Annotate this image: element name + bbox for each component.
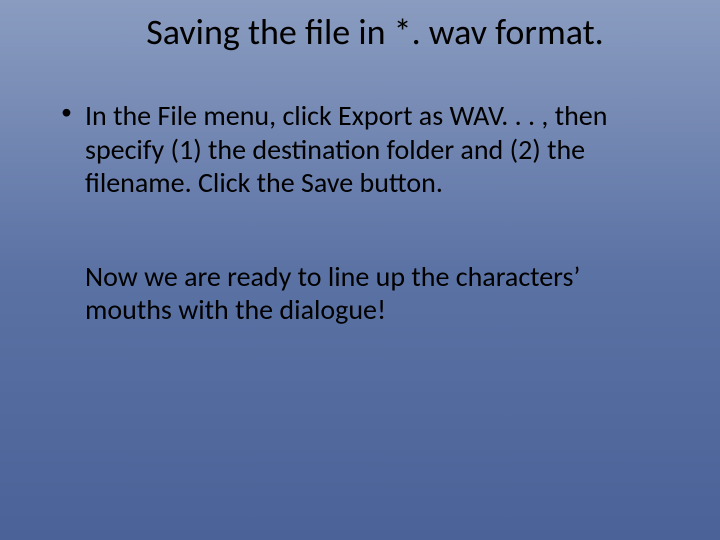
- slide-body: In the File menu, click Export as WAV. .…: [50, 99, 670, 327]
- slide-title: Saving the file in *. wav format.: [50, 10, 670, 54]
- bullet-list: In the File menu, click Export as WAV. .…: [55, 99, 640, 200]
- followup-text: Now we are ready to line up the characte…: [55, 260, 640, 327]
- bullet-item: In the File menu, click Export as WAV. .…: [55, 99, 640, 200]
- slide: Saving the file in *. wav format. In the…: [0, 0, 720, 540]
